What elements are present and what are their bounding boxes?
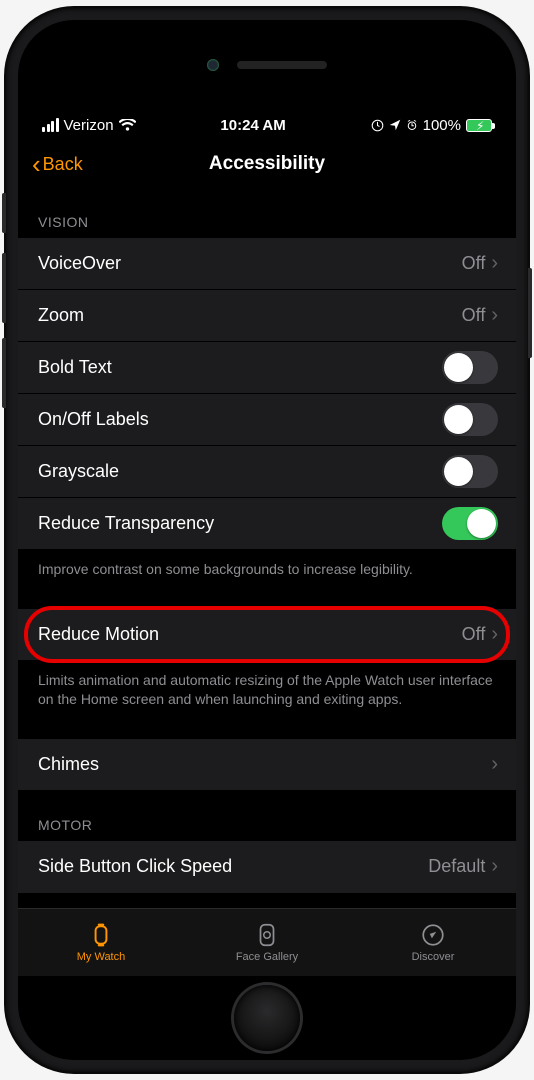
row-label: Chimes xyxy=(38,754,491,775)
row-reduce-transparency: Reduce Transparency xyxy=(18,498,516,550)
row-label: VoiceOver xyxy=(38,253,462,274)
power-button xyxy=(528,268,532,358)
row-value: Default xyxy=(428,856,485,877)
screen: Verizon 10:24 AM 100% ⚡︎ xyxy=(18,20,516,1060)
chevron-left-icon: ‹ xyxy=(32,151,41,177)
content-scroll[interactable]: VISION VoiceOver Off › Zoom Off › Bold T… xyxy=(18,188,516,908)
location-icon xyxy=(389,119,401,131)
time-label: 10:24 AM xyxy=(220,117,285,134)
section-header-vision: VISION xyxy=(18,188,516,238)
row-value: Off xyxy=(462,253,486,274)
section-header-motor: MOTOR xyxy=(18,791,516,841)
earpiece-speaker xyxy=(237,61,327,69)
mute-switch xyxy=(2,193,6,233)
row-zoom[interactable]: Zoom Off › xyxy=(18,290,516,342)
toggle-onoff-labels[interactable] xyxy=(442,403,498,436)
page-title: Accessibility xyxy=(209,153,325,175)
chevron-right-icon: › xyxy=(491,753,498,776)
footer-reduce-transparency: Improve contrast on some backgrounds to … xyxy=(18,550,516,579)
row-label: On/Off Labels xyxy=(38,409,442,430)
row-reduce-motion[interactable]: Reduce Motion Off › xyxy=(18,609,516,661)
cell-signal-icon xyxy=(42,118,59,132)
home-button[interactable] xyxy=(234,985,300,1051)
charging-icon: ⚡︎ xyxy=(476,119,484,133)
row-label: Side Button Click Speed xyxy=(38,856,428,877)
navigation-bar: ‹ Back Accessibility xyxy=(18,140,516,188)
back-button[interactable]: ‹ Back xyxy=(32,151,83,177)
tab-label: Discover xyxy=(412,951,455,963)
chevron-right-icon: › xyxy=(491,855,498,878)
row-voiceover[interactable]: VoiceOver Off › xyxy=(18,238,516,290)
row-label: Reduce Motion xyxy=(38,624,462,645)
phone-frame: Verizon 10:24 AM 100% ⚡︎ xyxy=(6,8,528,1072)
alarm-icon xyxy=(406,119,418,131)
row-value: Off xyxy=(462,624,486,645)
home-button-area xyxy=(18,976,516,1060)
status-bar: Verizon 10:24 AM 100% ⚡︎ xyxy=(18,110,516,140)
front-camera xyxy=(207,59,219,71)
toggle-grayscale[interactable] xyxy=(442,455,498,488)
row-label: Bold Text xyxy=(38,357,442,378)
battery-percent-label: 100% xyxy=(423,117,461,134)
row-label: Grayscale xyxy=(38,461,442,482)
orientation-lock-icon xyxy=(371,119,384,132)
tab-label: My Watch xyxy=(77,951,126,963)
volume-up xyxy=(2,253,6,323)
chevron-right-icon: › xyxy=(491,304,498,327)
tab-discover[interactable]: Discover xyxy=(350,909,516,976)
toggle-reduce-transparency[interactable] xyxy=(442,507,498,540)
toggle-bold-text[interactable] xyxy=(442,351,498,384)
back-label: Back xyxy=(43,154,83,175)
row-chimes[interactable]: Chimes › xyxy=(18,739,516,791)
row-label: Reduce Transparency xyxy=(38,513,442,534)
row-grayscale: Grayscale xyxy=(18,446,516,498)
footer-reduce-motion: Limits animation and automatic resizing … xyxy=(18,661,516,709)
row-bold-text: Bold Text xyxy=(18,342,516,394)
row-side-button-speed[interactable]: Side Button Click Speed Default › xyxy=(18,841,516,893)
device-top-bezel xyxy=(18,20,516,110)
row-value: Off xyxy=(462,305,486,326)
carrier-label: Verizon xyxy=(64,117,114,134)
battery-icon: ⚡︎ xyxy=(466,119,492,132)
watch-icon xyxy=(88,922,114,948)
tab-bar: My Watch Face Gallery Discover xyxy=(18,908,516,976)
tab-my-watch[interactable]: My Watch xyxy=(18,909,184,976)
row-label: Zoom xyxy=(38,305,462,326)
tab-face-gallery[interactable]: Face Gallery xyxy=(184,909,350,976)
chevron-right-icon: › xyxy=(491,252,498,275)
volume-down xyxy=(2,338,6,408)
row-onoff-labels: On/Off Labels xyxy=(18,394,516,446)
wifi-icon xyxy=(119,119,136,132)
chevron-right-icon: › xyxy=(491,623,498,646)
tab-label: Face Gallery xyxy=(236,951,298,963)
compass-icon xyxy=(420,922,446,948)
gallery-icon xyxy=(254,922,280,948)
